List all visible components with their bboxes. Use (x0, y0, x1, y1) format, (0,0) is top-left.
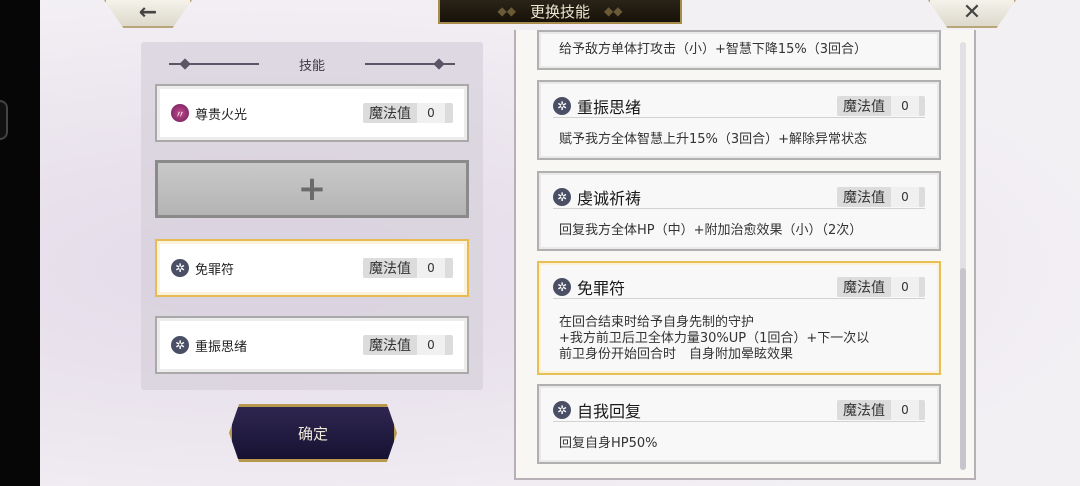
skill-card-header: ✲ 免罪符 魔法值 0 (553, 275, 925, 299)
title-bar: ◆◆ 更换技能 ◆◆ (438, 0, 682, 24)
skill-card[interactable]: ✲ 虔诚祈祷 魔法值 0 回复我方全体HP（中）+附加治愈效果（小）（2次） (537, 171, 941, 251)
mana-label: 魔法值 (843, 189, 885, 206)
mana-cost: 魔法值 0 (837, 95, 925, 116)
fire-icon: 〃 (171, 104, 189, 122)
panel-header-label: 技能 (298, 58, 325, 74)
skill-card-header: ✲ 自我回复 魔法值 0 (553, 398, 925, 422)
equipped-slot-2[interactable]: ✲ 免罪符 魔法值 0 (155, 239, 469, 297)
mana-label: 魔法值 (843, 279, 885, 296)
skill-name: 重振思绪 (577, 97, 642, 117)
page-title: 更换技能 (529, 2, 590, 21)
panel-header: 技能 (141, 54, 483, 74)
device-bezel (0, 0, 40, 486)
gear-icon: ✲ (553, 96, 571, 115)
mana-label: 魔法值 (369, 338, 411, 354)
mana-value: 0 (891, 276, 919, 297)
mana-value: 0 (891, 95, 919, 116)
mana-cost: 魔法值 0 (837, 399, 925, 420)
mana-value: 0 (891, 399, 919, 420)
mana-label: 魔法值 (843, 98, 885, 115)
title-ornament-right-icon: ◆◆ (604, 4, 623, 18)
gear-icon: ✲ (553, 187, 571, 206)
header-divider-right (365, 63, 455, 65)
camera-notch (0, 100, 8, 140)
gear-icon: ✲ (553, 400, 571, 419)
title-ornament-left-icon: ◆◆ (497, 4, 516, 18)
scrollbar-thumb[interactable] (960, 268, 966, 470)
skill-description-line: +我方前卫后卫全体力量30%UP（1回合）+下一次以 (559, 331, 870, 346)
equipped-slot-1[interactable]: 〃 尊贵火光 魔法值 0 (155, 84, 469, 142)
skill-description: 给予敌方单体打攻击（小）+智慧下降15%（3回合） (559, 42, 868, 57)
skill-name: 免罪符 (577, 278, 626, 298)
plus-icon: + (297, 169, 327, 209)
mana-cost: 魔法值 0 (837, 186, 925, 207)
mana-value: 0 (417, 258, 445, 278)
mana-value: 0 (891, 186, 919, 207)
slot-skill-name: 重振思绪 (195, 339, 248, 355)
skill-card-header: ✲ 虔诚祈祷 魔法值 0 (553, 185, 925, 209)
mana-value: 0 (417, 103, 445, 123)
gear-icon: ✲ (171, 259, 189, 277)
skill-description-line: 前卫身份开始回合时 自身附加晕眩效果 (559, 347, 794, 362)
gear-icon: ✲ (171, 336, 189, 354)
skill-description: 回复自身HP50% (559, 436, 658, 451)
skill-name: 自我回复 (577, 401, 642, 421)
skill-name: 虔诚祈祷 (577, 188, 642, 208)
skill-description: 回复我方全体HP（中）+附加治愈效果（小）（2次） (559, 223, 863, 238)
skill-card[interactable]: ✲ 重振思绪 魔法值 0 赋予我方全体智慧上升15%（3回合）+解除异常状态 (537, 80, 941, 160)
skill-description: 在回合结束时给予自身先制的守护 +我方前卫后卫全体力量30%UP（1回合）+下一… (559, 315, 925, 363)
skill-card-partial[interactable]: 给予敌方单体打攻击（小）+智慧下降15%（3回合） (537, 30, 941, 70)
mana-cost: 魔法值 0 (363, 335, 453, 355)
slot-skill-name: 免罪符 (195, 262, 235, 278)
skill-card-selected[interactable]: ✲ 免罪符 魔法值 0 在回合结束时给予自身先制的守护 +我方前卫后卫全体力量3… (537, 261, 941, 375)
slot-skill-name: 尊贵火光 (195, 107, 248, 123)
gear-icon: ✲ (553, 277, 571, 296)
equipped-slot-3[interactable]: ✲ 重振思绪 魔法值 0 (155, 316, 469, 374)
skill-description-line: 在回合结束时给予自身先制的守护 (559, 315, 755, 330)
mana-label: 魔法值 (843, 402, 885, 419)
confirm-label: 确定 (297, 424, 328, 443)
header-divider-left (168, 63, 259, 65)
close-icon: ✕ (962, 0, 982, 25)
confirm-button[interactable]: 确定 (229, 404, 397, 462)
mana-label: 魔法值 (369, 261, 411, 277)
mana-label: 魔法值 (369, 106, 411, 122)
skill-card-header: ✲ 重振思绪 魔法值 0 (553, 94, 925, 118)
mana-cost: 魔法值 0 (837, 276, 925, 297)
skill-description: 赋予我方全体智慧上升15%（3回合）+解除异常状态 (559, 132, 868, 147)
mana-cost: 魔法值 0 (363, 258, 453, 278)
mana-value: 0 (417, 335, 445, 355)
skill-card[interactable]: ✲ 自我回复 魔法值 0 回复自身HP50% (537, 384, 941, 464)
back-arrow-icon: ← (138, 0, 158, 25)
mana-cost: 魔法值 0 (363, 103, 453, 123)
empty-skill-slot[interactable]: + (155, 160, 469, 218)
